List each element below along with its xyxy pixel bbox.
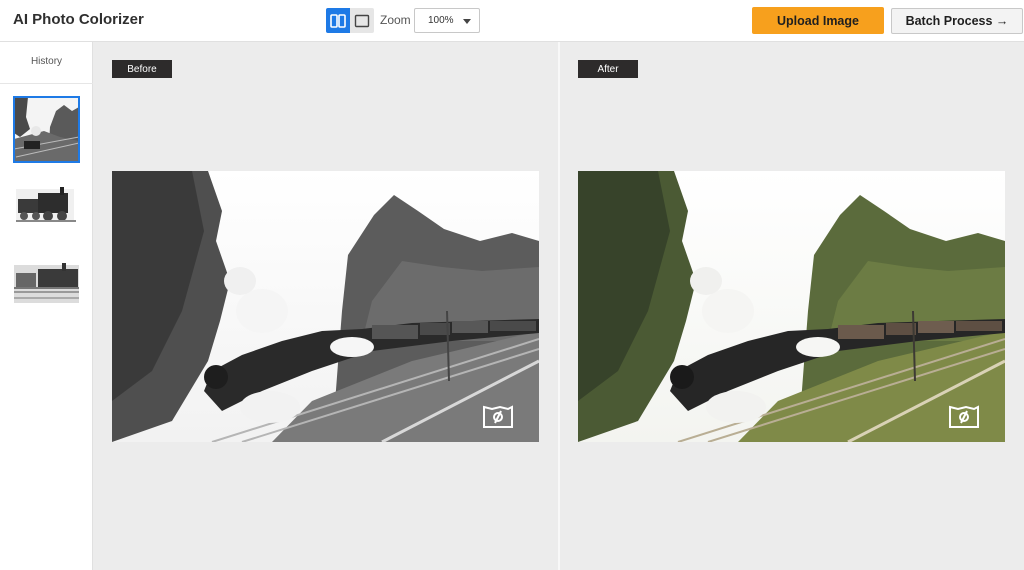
before-label: Before (112, 60, 172, 78)
history-sidebar: History (0, 42, 93, 570)
batch-process-button[interactable]: Batch Process → (891, 8, 1023, 34)
zoom-select[interactable]: 100% (414, 8, 480, 33)
after-label: After (578, 60, 638, 78)
history-thumb-mountain[interactable] (13, 96, 80, 163)
divider (0, 83, 93, 84)
upload-image-button[interactable]: Upload Image (752, 7, 884, 34)
split-view-icon (330, 13, 346, 28)
before-image (112, 171, 539, 442)
history-thumbnail-image (14, 251, 79, 316)
chevron-down-icon (463, 19, 471, 24)
zoom-value: 100% (428, 15, 454, 26)
history-thumbnail-image (14, 169, 79, 234)
pane-divider (558, 42, 560, 570)
single-view-button[interactable] (350, 8, 374, 33)
history-thumb-train-yard[interactable] (14, 251, 79, 316)
single-view-icon (354, 14, 370, 27)
before-photo (112, 171, 539, 442)
after-photo (578, 171, 1005, 442)
after-image (578, 171, 1005, 442)
history-label: History (30, 56, 63, 67)
top-bar: AI Photo Colorizer Zoom 100% Upload Imag… (0, 0, 1024, 42)
zoom-label: Zoom (380, 13, 411, 27)
split-view-button[interactable] (326, 8, 350, 33)
history-thumbnail-image (14, 97, 79, 162)
app-title: AI Photo Colorizer (13, 11, 144, 28)
history-thumb-locomotive[interactable] (14, 169, 79, 234)
view-mode-toggle (326, 8, 374, 33)
